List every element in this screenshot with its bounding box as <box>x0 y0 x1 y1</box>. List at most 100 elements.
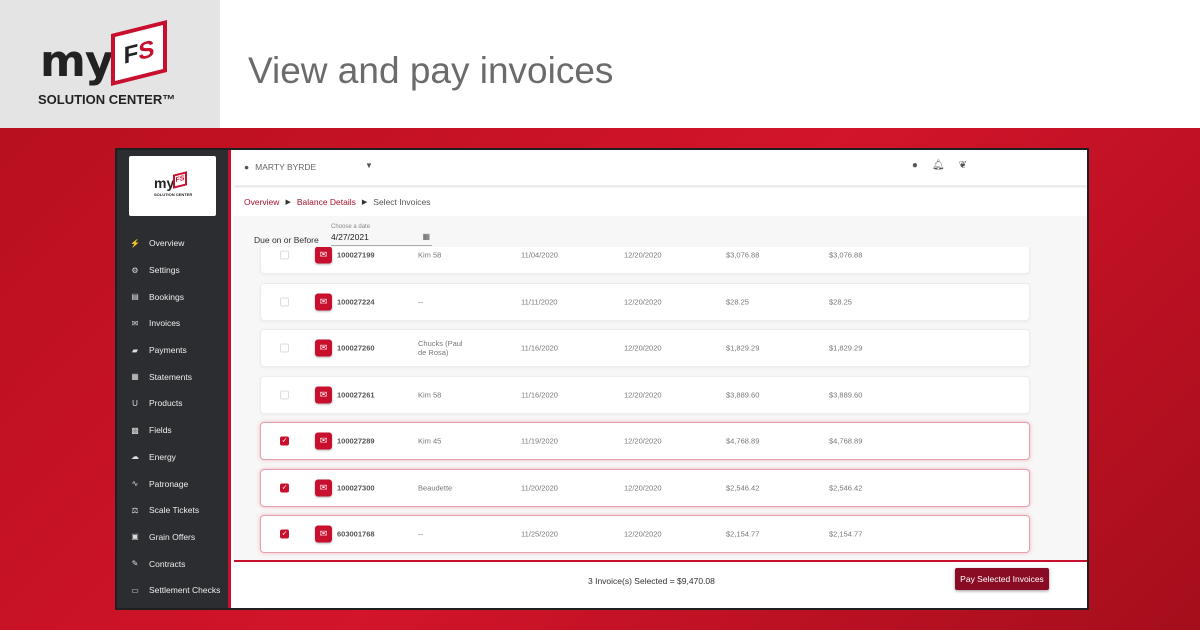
sidebar-item-grain-offers[interactable]: ▣ Grain Offers <box>117 524 228 551</box>
user-icon: ● <box>244 162 250 172</box>
app-window: my FS SOLUTION CENTER ⚡ Overview ⚙ Settings… <box>115 148 1089 610</box>
invoice-balance: $28.25 <box>829 297 852 306</box>
invoice-amount: $3,076.88 <box>726 250 760 260</box>
patronage-icon: ∿ <box>131 479 139 489</box>
sidebar-item-overview[interactable]: ⚡ Overview <box>117 230 228 257</box>
row-checkbox[interactable] <box>280 390 289 399</box>
statements-icon: ▦ <box>131 372 139 382</box>
breadcrumb-overview[interactable]: Overview <box>244 197 279 207</box>
sidebar-item-bookings[interactable]: ▤ Bookings <box>117 283 228 310</box>
sidebar: my FS SOLUTION CENTER ⚡ Overview ⚙ Settings… <box>117 150 231 608</box>
sidebar-logo-fs: FS <box>173 171 187 189</box>
invoice-balance: $3,076.88 <box>829 250 863 260</box>
app-header: ● MARTY BYRDE ▼ ● 🔔︎ ❦ <box>234 150 1087 185</box>
sidebar-item-energy[interactable]: ☁ Energy <box>117 444 228 471</box>
sidebar-item-contracts[interactable]: ✎ Contracts <box>117 550 228 577</box>
due-date: 12/20/2020 <box>624 436 662 446</box>
user-selector[interactable]: ● MARTY BYRDE <box>244 162 316 172</box>
invoice-icon[interactable]: ✉ <box>315 479 332 496</box>
due-date: 12/20/2020 <box>624 529 662 539</box>
sidebar-item-invoices[interactable]: ✉ Invoices <box>117 310 228 337</box>
sidebar-item-scale-tickets[interactable]: ⚖ Scale Tickets <box>117 497 228 524</box>
invoice-icon[interactable]: ✉ <box>315 293 332 310</box>
fields-icon: ▩ <box>131 425 139 435</box>
invoice-name: -- <box>418 529 423 539</box>
chevron-down-icon[interactable]: ▼ <box>365 161 373 170</box>
selection-summary: 3 Invoice(s) Selected = $9,470.08 <box>588 576 715 586</box>
invoice-row[interactable]: ✉ 100027261 Kim 58 11/16/2020 12/20/2020… <box>260 375 1030 414</box>
sidebar-item-settings[interactable]: ⚙ Settings <box>117 257 228 284</box>
invoice-row[interactable]: ✉ 100027199 Kim 58 11/04/2020 12/20/2020… <box>260 247 1030 274</box>
sidebar-item-label: Contracts <box>149 558 186 569</box>
due-date: 12/20/2020 <box>624 483 662 492</box>
bell-icon[interactable]: 🔔︎ <box>932 160 945 171</box>
row-checkbox[interactable]: ✓ <box>280 529 289 539</box>
invoice-amount: $4,768.89 <box>726 436 760 446</box>
invoice-row[interactable]: ✓ ✉ 100027289 Kim 45 11/19/2020 12/20/20… <box>260 422 1030 460</box>
invoice-amount: $28.25 <box>726 297 749 306</box>
sidebar-item-patronage[interactable]: ∿ Patronage <box>117 470 228 497</box>
sidebar-logo[interactable]: my FS SOLUTION CENTER <box>129 156 216 216</box>
invoice-date: 11/25/2020 <box>521 529 558 539</box>
footer-bar: 3 Invoice(s) Selected = $9,470.08 Pay Se… <box>234 560 1087 608</box>
invoice-amount: $2,154.77 <box>726 529 760 539</box>
invoice-icon[interactable]: ✉ <box>315 339 332 357</box>
settings-icon: ⚙ <box>131 265 139 275</box>
sidebar-item-statements[interactable]: ▦ Statements <box>117 363 228 390</box>
invoice-date: 11/16/2020 <box>521 390 558 399</box>
logo-my: my <box>40 36 114 87</box>
pay-selected-invoices-button[interactable]: Pay Selected Invoices <box>955 568 1049 590</box>
row-checkbox[interactable]: ✓ <box>280 483 289 492</box>
invoice-name: Kim 58 <box>418 390 442 399</box>
invoice-balance: $1,829.29 <box>829 343 863 353</box>
sidebar-item-label: Statements <box>149 371 192 382</box>
invoice-date: 11/20/2020 <box>521 483 558 492</box>
invoice-id[interactable]: 100027224 <box>337 297 375 306</box>
invoice-row[interactable]: ✉ 100027260 Chucks (Paul de Rosa) 11/16/… <box>260 329 1030 367</box>
invoice-date: 11/19/2020 <box>521 436 558 446</box>
row-checkbox[interactable] <box>280 250 289 260</box>
breadcrumb-balance-details[interactable]: Balance Details <box>297 197 356 207</box>
sidebar-item-label: Grain Offers <box>149 531 196 542</box>
invoice-id[interactable]: 100027289 <box>337 437 375 446</box>
invoice-row[interactable]: ✓ ✉ 603001768 -- 11/25/2020 12/20/2020 $… <box>260 515 1030 553</box>
invoice-icon[interactable]: ✉ <box>315 247 332 264</box>
invoices-icon: ✉ <box>131 318 139 328</box>
main-content: ● MARTY BYRDE ▼ ● 🔔︎ ❦ Overview ▶ Balance… <box>234 150 1087 608</box>
sidebar-item-label: Patronage <box>149 478 189 489</box>
sidebar-item-products[interactable]: U Products <box>117 390 228 417</box>
invoice-id[interactable]: 100027300 <box>337 483 375 492</box>
calendar-icon[interactable]: ▦ <box>422 232 430 241</box>
sidebar-item-label: Invoices <box>149 318 181 329</box>
invoice-icon[interactable]: ✉ <box>315 432 332 450</box>
invoice-row[interactable]: ✓ ✉ 100027300 Beaudette 11/20/2020 12/20… <box>260 468 1030 507</box>
invoice-amount: $2,546.42 <box>726 483 760 492</box>
payments-icon: ▰ <box>131 345 139 355</box>
chevron-right-icon: ▶ <box>285 199 291 206</box>
invoice-date: 11/16/2020 <box>521 343 558 353</box>
row-checkbox[interactable] <box>280 343 289 353</box>
leaf-icon[interactable]: ❦ <box>959 160 967 171</box>
invoice-date: 11/11/2020 <box>521 297 558 306</box>
due-date-input[interactable]: 4/27/2021 ▦ <box>331 232 432 246</box>
invoice-date: 11/04/2020 <box>521 250 558 260</box>
invoice-icon[interactable]: ✉ <box>315 386 332 403</box>
invoice-id[interactable]: 100027199 <box>337 251 375 260</box>
bookings-icon: ▤ <box>131 292 139 302</box>
invoice-icon[interactable]: ✉ <box>315 525 332 543</box>
overview-icon: ⚡ <box>130 238 140 248</box>
row-checkbox[interactable]: ✓ <box>280 436 289 446</box>
invoice-id[interactable]: 100027261 <box>337 390 375 399</box>
invoice-id[interactable]: 100027260 <box>337 344 375 353</box>
info-icon[interactable]: ● <box>912 160 918 171</box>
sidebar-item-payments[interactable]: ▰ Payments <box>117 337 228 364</box>
row-checkbox[interactable] <box>280 297 289 306</box>
invoice-id[interactable]: 603001768 <box>337 530 375 539</box>
invoice-balance: $2,154.77 <box>829 529 863 539</box>
invoice-amount: $1,829.29 <box>726 343 760 353</box>
sidebar-item-settlement-checks[interactable]: ▭ Settlement Checks <box>117 577 228 604</box>
due-date-value: 4/27/2021 <box>331 232 369 242</box>
invoice-row[interactable]: ✉ 100027224 -- 11/11/2020 12/20/2020 $28… <box>260 282 1030 321</box>
sidebar-item-label: Bookings <box>149 291 184 302</box>
sidebar-item-fields[interactable]: ▩ Fields <box>117 417 228 444</box>
